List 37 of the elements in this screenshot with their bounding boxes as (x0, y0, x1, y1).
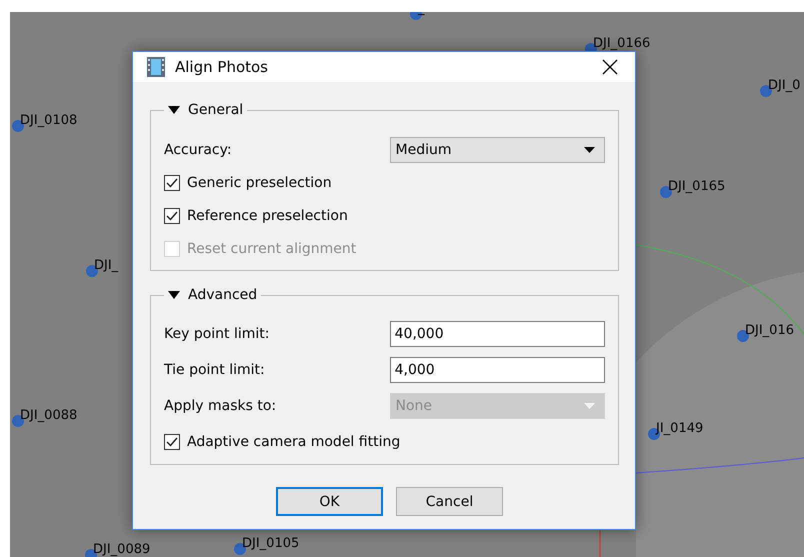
field-label: Apply masks to: (164, 398, 278, 414)
expand-toggle-icon[interactable] (168, 291, 180, 299)
ok-button[interactable]: OK (276, 487, 383, 516)
checkbox[interactable] (164, 434, 180, 450)
cancel-button[interactable]: Cancel (396, 487, 503, 516)
camera-label: DJI_0165 (668, 179, 726, 194)
checkbox-label: Generic preselection (187, 175, 332, 191)
camera-label: DJI_0108 (20, 113, 78, 128)
group-title: Advanced (188, 287, 258, 303)
expand-toggle-icon[interactable] (168, 106, 180, 114)
checkbox-label: Adaptive camera model fitting (187, 434, 400, 450)
field-label: Accuracy: (164, 142, 233, 158)
dropdown[interactable]: Medium (390, 137, 605, 163)
caret-icon (584, 402, 595, 408)
checkbox[interactable] (164, 208, 180, 224)
camera-label: DJI_0089 (93, 542, 150, 557)
group-title: General (188, 102, 244, 118)
input-field[interactable]: 40,000 (390, 320, 605, 346)
window-title: Align Photos (175, 58, 269, 76)
film-icon (147, 57, 165, 77)
camera-label: DJI_0166 (593, 36, 650, 51)
camera-label: DJI_0 (768, 78, 800, 93)
field-label: Tie point limit: (164, 362, 266, 378)
camera-label: JI_0149 (656, 421, 704, 436)
checkbox[interactable] (164, 175, 180, 191)
input-field[interactable]: 4,000 (390, 356, 605, 382)
checkbox-label: Reference preselection (187, 208, 348, 224)
axis-line (599, 527, 601, 557)
camera-label: _ (418, 12, 424, 16)
checkbox-label: Reset current alignment (187, 241, 356, 257)
camera-label: DJI_016 (745, 323, 794, 338)
camera-label: DJI_0088 (20, 408, 78, 423)
caret-icon (584, 147, 595, 153)
field-label: Key point limit: (164, 326, 270, 342)
close-icon (602, 59, 618, 75)
camera-label: DJI_0105 (242, 536, 300, 551)
camera-label: DJI_ (94, 258, 118, 273)
